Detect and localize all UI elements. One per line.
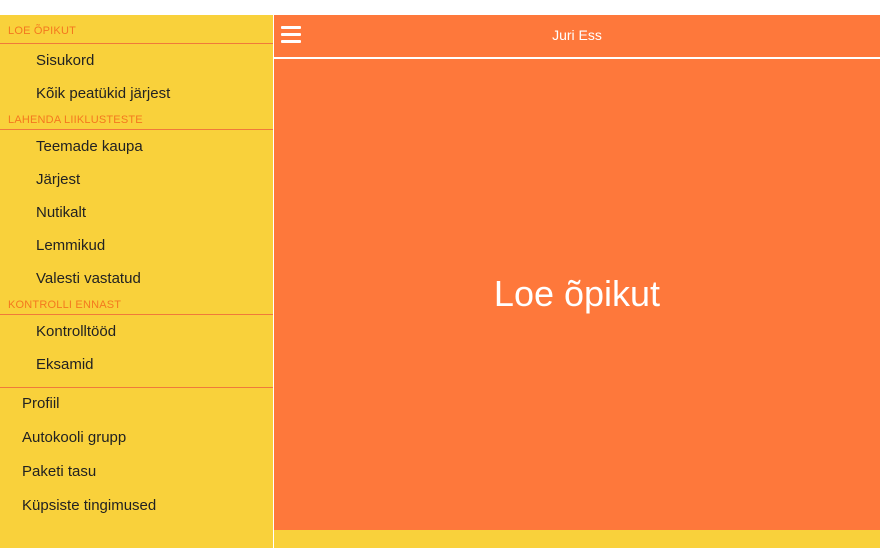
sidebar-item-sequential[interactable]: Järjest [0,163,273,196]
section-header-solve-tests: LAHENDA LIIKLUSTESTE [0,110,273,130]
content-panel: Loe õpikut [274,59,880,530]
sidebar-item-table-of-contents[interactable]: Sisukord [0,44,273,77]
sidebar-item-by-topic[interactable]: Teemade kaupa [0,130,273,163]
sidebar-item-profile[interactable]: Profiil [0,388,273,422]
user-name[interactable]: Juri Ess [274,27,880,43]
sidebar-item-all-chapters[interactable]: Kõik peatükid järjest [0,77,273,110]
sidebar-item-package-fee[interactable]: Paketi tasu [0,456,273,490]
sidebar-item-favorites[interactable]: Lemmikud [0,229,273,262]
sidebar: LOE ÕPIKUT Sisukord Kõik peatükid järjes… [0,15,273,548]
footer-strip [274,530,880,548]
sidebar-item-driving-school-group[interactable]: Autokooli grupp [0,422,273,456]
sidebar-item-cookie-terms[interactable]: Küpsiste tingimused [0,490,273,524]
section-header-read-textbook: LOE ÕPIKUT [0,15,273,44]
main-area: Juri Ess Loe õpikut [273,15,880,548]
sidebar-item-smart[interactable]: Nutikalt [0,196,273,229]
page-title: Loe õpikut [493,273,661,314]
sidebar-item-wrong-answers[interactable]: Valesti vastatud [0,262,273,295]
sidebar-item-exams[interactable]: Eksamid [0,348,273,381]
app-frame: LOE ÕPIKUT Sisukord Kõik peatükid järjes… [0,15,880,548]
top-bar: Juri Ess [274,15,880,58]
sidebar-item-control-tests[interactable]: Kontrolltööd [0,315,273,348]
section-header-check-yourself: KONTROLLI ENNAST [0,295,273,315]
